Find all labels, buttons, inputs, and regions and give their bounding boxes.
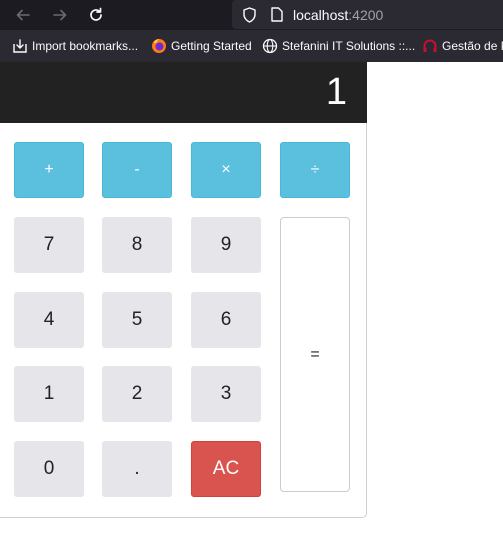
equals-button[interactable]: = [280,217,350,492]
subtract-button[interactable]: - [102,142,172,198]
browser-toolbar: localhost:4200 [0,0,503,30]
digit-0-button[interactable]: 0 [14,441,84,497]
add-button[interactable]: + [14,142,84,198]
digit-7-button[interactable]: 7 [14,217,84,273]
globe-icon [262,38,278,54]
shield-icon[interactable] [241,6,257,23]
arrow-left-icon [16,9,30,21]
bookmark-label: Stefanini IT Solutions ::... [282,39,416,53]
bookmark-label: Gestão de P [442,39,503,53]
address-bar[interactable]: localhost:4200 [232,0,503,29]
reload-icon [90,7,102,21]
bookmark-getting-started[interactable]: Getting Started [151,30,252,62]
page-icon[interactable] [269,7,285,23]
headset-icon [422,38,438,54]
firefox-icon [151,38,167,54]
url-host: localhost [293,6,349,23]
digit-2-button[interactable]: 2 [102,366,172,422]
reload-button[interactable] [84,3,108,27]
arrow-right-icon [53,9,67,21]
multiply-button[interactable]: × [191,142,261,198]
digit-1-button[interactable]: 1 [14,366,84,422]
url-text[interactable]: localhost:4200 [293,7,383,23]
calculator-display: 1 [0,62,367,123]
import-icon [12,38,28,54]
digit-5-button[interactable]: 5 [102,292,172,348]
bookmarks-toolbar: Import bookmarks... Getting Started Stef… [0,30,503,62]
clear-button[interactable]: AC [191,441,261,497]
calculator-keypad: + - × ÷ 7 8 9 4 5 6 1 2 3 0 . AC = [0,123,367,518]
bookmark-label: Import bookmarks... [32,39,139,53]
digit-4-button[interactable]: 4 [14,292,84,348]
forward-button[interactable] [48,3,72,27]
digit-8-button[interactable]: 8 [102,217,172,273]
back-button[interactable] [11,3,35,27]
display-value: 1 [325,71,347,113]
digit-3-button[interactable]: 3 [191,366,261,422]
bookmark-gestao[interactable]: Gestão de P [422,30,503,62]
divide-button[interactable]: ÷ [280,142,350,198]
bookmark-stefanini[interactable]: Stefanini IT Solutions ::... [262,30,415,62]
decimal-button[interactable]: . [102,441,172,497]
digit-9-button[interactable]: 9 [191,217,261,273]
bookmark-import[interactable]: Import bookmarks... [12,30,138,62]
digit-6-button[interactable]: 6 [191,292,261,348]
url-port: :4200 [348,6,384,23]
bookmark-label: Getting Started [171,39,252,53]
